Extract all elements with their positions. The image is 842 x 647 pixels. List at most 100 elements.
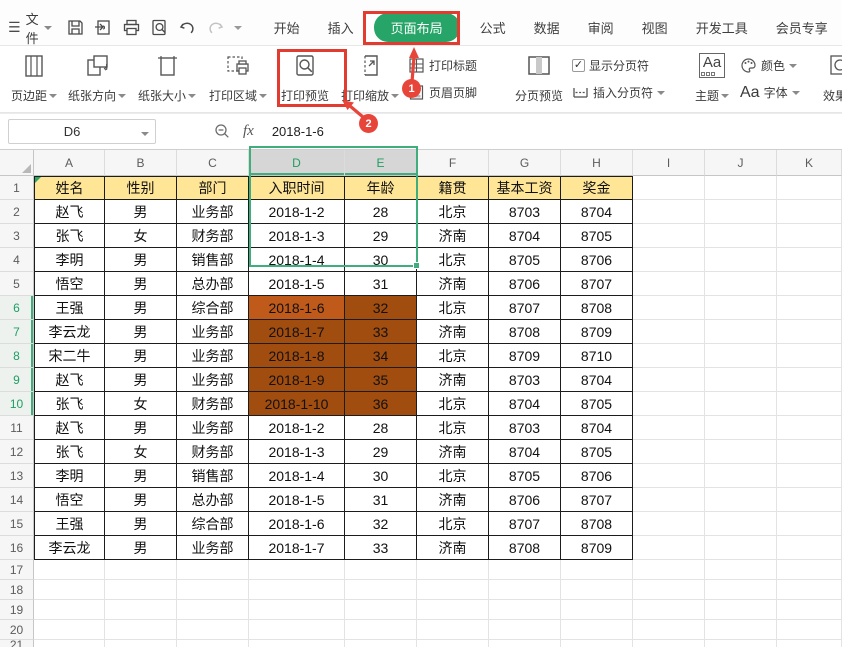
cell-I18[interactable] <box>633 580 705 600</box>
cell-E1[interactable]: 年龄 <box>345 176 417 200</box>
cell-H12[interactable]: 8705 <box>561 440 633 464</box>
column-header-H[interactable]: H <box>561 150 633 176</box>
cell-F16[interactable]: 济南 <box>417 536 489 560</box>
cell-C16[interactable]: 业务部 <box>177 536 249 560</box>
cell-K17[interactable] <box>777 560 842 580</box>
row-header-18[interactable]: 18 <box>0 580 34 600</box>
cell-E5[interactable]: 31 <box>345 272 417 296</box>
cell-F15[interactable]: 北京 <box>417 512 489 536</box>
header-footer-button[interactable]: 页眉页脚 <box>408 81 496 105</box>
cell-E16[interactable]: 33 <box>345 536 417 560</box>
cell-E3[interactable]: 29 <box>345 224 417 248</box>
cell-A6[interactable]: 王强 <box>34 296 105 320</box>
cell-F7[interactable]: 济南 <box>417 320 489 344</box>
cell-B6[interactable]: 男 <box>105 296 177 320</box>
checkbox-checked-icon[interactable]: ✓ <box>572 59 585 72</box>
cell-K15[interactable] <box>777 512 842 536</box>
cell-A9[interactable]: 赵飞 <box>34 368 105 392</box>
cell-A11[interactable]: 赵飞 <box>34 416 105 440</box>
cell-C4[interactable]: 销售部 <box>177 248 249 272</box>
cell-I5[interactable] <box>633 272 705 296</box>
cell-I17[interactable] <box>633 560 705 580</box>
cell-G3[interactable]: 8704 <box>489 224 561 248</box>
cell-E7[interactable]: 33 <box>345 320 417 344</box>
cell-E9[interactable]: 35 <box>345 368 417 392</box>
row-header-7[interactable]: 7 <box>0 320 34 344</box>
row-header-1[interactable]: 1 <box>0 176 34 200</box>
cell-G7[interactable]: 8708 <box>489 320 561 344</box>
cell-G11[interactable]: 8703 <box>489 416 561 440</box>
cell-K18[interactable] <box>777 580 842 600</box>
cell-B1[interactable]: 性别 <box>105 176 177 200</box>
save-button[interactable] <box>66 18 85 37</box>
print-preview-button[interactable]: 打印预览 <box>274 50 336 110</box>
cell-F18[interactable] <box>417 580 489 600</box>
formula-input[interactable]: 2018-1-6 <box>272 124 324 139</box>
cell-B9[interactable]: 男 <box>105 368 177 392</box>
cell-G18[interactable] <box>489 580 561 600</box>
row-header-4[interactable]: 4 <box>0 248 34 272</box>
column-header-B[interactable]: B <box>105 150 177 176</box>
cell-G5[interactable]: 8706 <box>489 272 561 296</box>
cell-A17[interactable] <box>34 560 105 580</box>
column-header-K[interactable]: K <box>777 150 842 176</box>
cell-E6[interactable]: 32 <box>345 296 417 320</box>
cell-C21[interactable] <box>177 640 249 647</box>
cell-J11[interactable] <box>705 416 777 440</box>
cell-H10[interactable]: 8705 <box>561 392 633 416</box>
cell-G4[interactable]: 8705 <box>489 248 561 272</box>
cell-E18[interactable] <box>345 580 417 600</box>
cell-I14[interactable] <box>633 488 705 512</box>
cell-I11[interactable] <box>633 416 705 440</box>
cell-D8[interactable]: 2018-1-8 <box>249 344 345 368</box>
cell-B7[interactable]: 男 <box>105 320 177 344</box>
cell-J16[interactable] <box>705 536 777 560</box>
column-header-G[interactable]: G <box>489 150 561 176</box>
redo-button[interactable] <box>206 18 225 37</box>
cell-J7[interactable] <box>705 320 777 344</box>
row-header-13[interactable]: 13 <box>0 464 34 488</box>
cell-D14[interactable]: 2018-1-5 <box>249 488 345 512</box>
cell-H15[interactable]: 8708 <box>561 512 633 536</box>
cell-H6[interactable]: 8708 <box>561 296 633 320</box>
cell-A4[interactable]: 李明 <box>34 248 105 272</box>
cell-D3[interactable]: 2018-1-3 <box>249 224 345 248</box>
cell-D19[interactable] <box>249 600 345 620</box>
cell-J13[interactable] <box>705 464 777 488</box>
cell-D17[interactable] <box>249 560 345 580</box>
cell-B19[interactable] <box>105 600 177 620</box>
cell-H18[interactable] <box>561 580 633 600</box>
row-header-16[interactable]: 16 <box>0 536 34 560</box>
cell-G12[interactable]: 8704 <box>489 440 561 464</box>
insert-page-break-button[interactable]: 插入分页符 <box>572 81 674 105</box>
cell-H19[interactable] <box>561 600 633 620</box>
cell-J19[interactable] <box>705 600 777 620</box>
cell-B18[interactable] <box>105 580 177 600</box>
cell-K8[interactable] <box>777 344 842 368</box>
cell-C2[interactable]: 业务部 <box>177 200 249 224</box>
cell-F19[interactable] <box>417 600 489 620</box>
page-break-preview-button[interactable]: 分页预览 <box>510 50 568 110</box>
cell-I2[interactable] <box>633 200 705 224</box>
cell-B2[interactable]: 男 <box>105 200 177 224</box>
cell-H1[interactable]: 奖金 <box>561 176 633 200</box>
cell-H21[interactable] <box>561 640 633 647</box>
cell-C13[interactable]: 销售部 <box>177 464 249 488</box>
cell-J5[interactable] <box>705 272 777 296</box>
cell-H7[interactable]: 8709 <box>561 320 633 344</box>
cell-A16[interactable]: 李云龙 <box>34 536 105 560</box>
cell-E14[interactable]: 31 <box>345 488 417 512</box>
cell-A15[interactable]: 王强 <box>34 512 105 536</box>
cell-A3[interactable]: 张飞 <box>34 224 105 248</box>
cell-B21[interactable] <box>105 640 177 647</box>
name-box[interactable]: D6 <box>8 119 156 144</box>
cell-H16[interactable]: 8709 <box>561 536 633 560</box>
cell-D11[interactable]: 2018-1-2 <box>249 416 345 440</box>
cell-C14[interactable]: 总办部 <box>177 488 249 512</box>
cell-K12[interactable] <box>777 440 842 464</box>
cell-C7[interactable]: 业务部 <box>177 320 249 344</box>
cell-G10[interactable]: 8704 <box>489 392 561 416</box>
cell-J18[interactable] <box>705 580 777 600</box>
cell-D15[interactable]: 2018-1-6 <box>249 512 345 536</box>
tab-1[interactable]: 插入 <box>314 13 368 42</box>
